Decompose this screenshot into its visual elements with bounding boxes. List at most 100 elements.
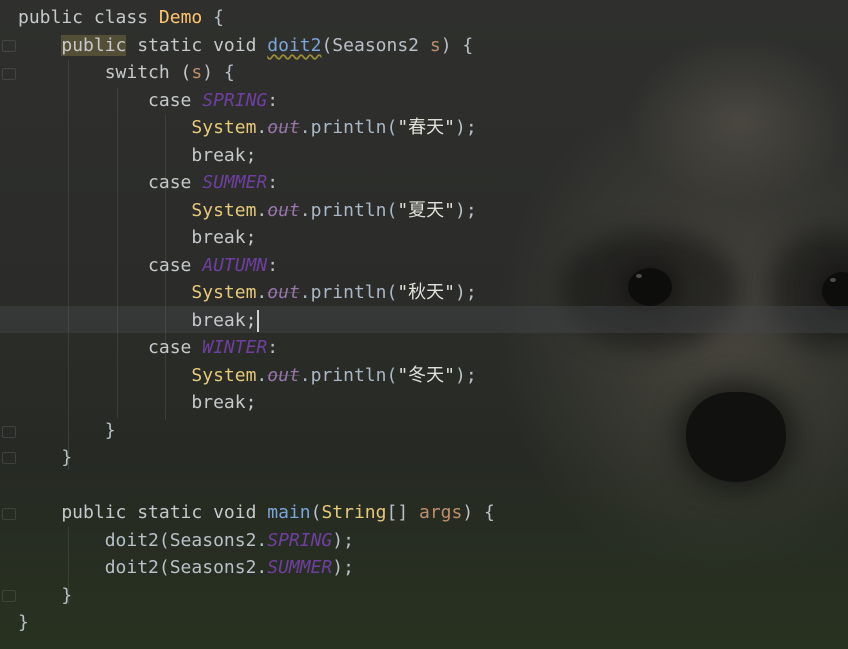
code-token: static void xyxy=(126,34,268,56)
code-token: .println( xyxy=(299,199,398,221)
code-token: . xyxy=(256,199,268,221)
code-token: out xyxy=(267,117,300,138)
text-cursor xyxy=(257,309,260,332)
code-token: } xyxy=(18,447,73,468)
code-token: main xyxy=(267,502,311,523)
fold-marker-icon[interactable] xyxy=(2,426,16,438)
code-token: } xyxy=(18,419,116,441)
code-line[interactable]: } xyxy=(18,609,495,637)
code-line[interactable]: switch (s) { xyxy=(18,59,495,87)
code-token: ); xyxy=(332,557,354,578)
code-token: case xyxy=(18,172,203,193)
code-line[interactable]: System.out.println("春天"); xyxy=(18,114,495,142)
fold-marker-icon[interactable] xyxy=(2,590,16,602)
code-line[interactable]: public static void main(String[] args) { xyxy=(18,499,495,527)
code-token: s xyxy=(429,34,441,56)
code-token: doit2(Seasons2. xyxy=(18,557,268,578)
code-token: break; xyxy=(18,309,257,331)
code-token: out xyxy=(267,364,300,386)
code-line[interactable]: } xyxy=(18,417,495,445)
code-token: WINTER xyxy=(202,337,268,358)
code-token: out xyxy=(267,199,300,221)
code-line[interactable]: case WINTER: xyxy=(18,334,495,362)
code-token: ); xyxy=(455,199,477,221)
code-line[interactable]: } xyxy=(18,582,495,610)
code-token: ) { xyxy=(202,62,235,83)
code-token: System xyxy=(191,199,257,221)
code-token: s xyxy=(191,62,203,83)
code-token: case xyxy=(18,89,203,111)
code-token: break; xyxy=(18,144,257,166)
code-token: public class xyxy=(18,7,159,28)
code-token: "春天" xyxy=(397,117,456,138)
code-token: .println( xyxy=(299,282,398,303)
code-token: SUMMER xyxy=(202,172,268,193)
code-token: public static void xyxy=(18,502,268,523)
code-token: "冬天" xyxy=(397,364,456,386)
code-token: : xyxy=(267,337,279,358)
code-token: System xyxy=(191,117,257,138)
code-token: System xyxy=(191,364,257,386)
code-token: "秋天" xyxy=(397,282,456,303)
code-token: [] xyxy=(386,502,419,523)
code-line[interactable]: System.out.println("冬天"); xyxy=(18,362,495,390)
code-token: : xyxy=(267,172,279,193)
code-token: . xyxy=(256,364,268,386)
code-line[interactable]: case AUTUMN: xyxy=(18,252,495,280)
code-token: : xyxy=(267,89,279,111)
code-line[interactable]: public class Demo { xyxy=(18,4,495,32)
code-token: SUMMER xyxy=(267,557,333,578)
code-token: doit2 xyxy=(267,34,322,56)
code-token: } xyxy=(18,584,73,606)
fold-marker-icon[interactable] xyxy=(2,452,16,464)
code-token: switch ( xyxy=(18,62,192,83)
code-line[interactable]: case SPRING: xyxy=(18,87,495,115)
code-token: case xyxy=(18,337,203,358)
code-token: (Seasons2 xyxy=(321,34,430,56)
fold-marker-icon[interactable] xyxy=(2,68,16,80)
fold-marker-icon[interactable] xyxy=(2,40,16,52)
code-token: ); xyxy=(455,364,477,386)
code-token: ( xyxy=(310,502,322,523)
code-token: . xyxy=(256,117,268,138)
code-token: String xyxy=(321,502,387,523)
code-line[interactable]: break; xyxy=(18,307,495,335)
code-line[interactable]: break; xyxy=(18,389,495,417)
code-line[interactable]: System.out.println("秋天"); xyxy=(18,279,495,307)
code-token: args xyxy=(419,502,463,523)
code-token: .println( xyxy=(299,117,398,138)
code-token: "夏天" xyxy=(397,199,456,221)
code-token: ) { xyxy=(440,34,474,56)
fold-marker-icon[interactable] xyxy=(2,508,16,520)
code-token: break; xyxy=(18,227,257,248)
code-line[interactable]: System.out.println("夏天"); xyxy=(18,197,495,225)
code-line[interactable]: doit2(Seasons2.SPRING); xyxy=(18,527,495,555)
code-token: ) { xyxy=(462,502,495,523)
code-line[interactable]: doit2(Seasons2.SUMMER); xyxy=(18,554,495,582)
code-line[interactable]: break; xyxy=(18,224,495,252)
code-token: AUTUMN xyxy=(202,254,268,276)
code-line[interactable]: case SUMMER: xyxy=(18,169,495,197)
code-editor[interactable]: public class Demo { public static void d… xyxy=(18,4,495,637)
code-token: } xyxy=(18,612,29,633)
code-line[interactable] xyxy=(18,472,495,500)
code-token: ); xyxy=(455,282,477,303)
code-token: doit2(Seasons2. xyxy=(18,529,268,551)
code-token: case xyxy=(18,254,203,276)
code-token: . xyxy=(256,282,268,303)
code-token: : xyxy=(267,254,279,276)
code-line[interactable]: public static void doit2(Seasons2 s) { xyxy=(18,32,495,60)
code-token: SPRING xyxy=(202,89,268,111)
code-line[interactable]: break; xyxy=(18,142,495,170)
code-token: { xyxy=(202,7,224,28)
code-line[interactable]: } xyxy=(18,444,495,472)
raccoon-eye-left xyxy=(628,268,672,306)
code-token: System xyxy=(191,282,257,303)
code-token: SPRING xyxy=(267,529,333,551)
code-token: ); xyxy=(455,117,477,138)
raccoon-nose xyxy=(686,392,786,482)
